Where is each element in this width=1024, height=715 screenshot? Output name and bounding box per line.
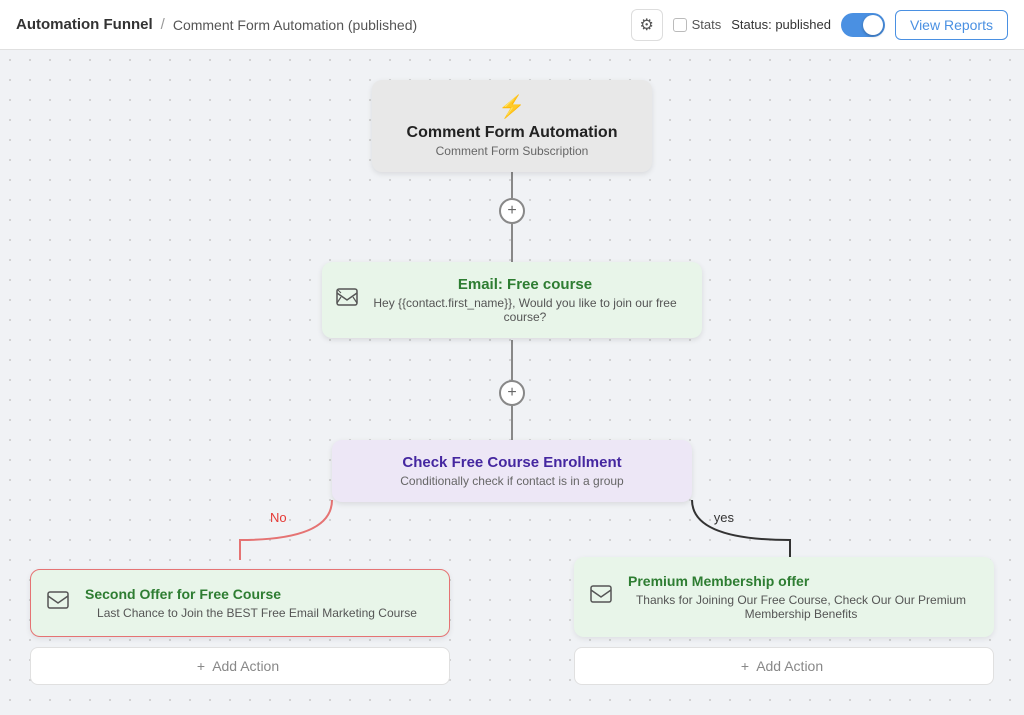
branch-right: Premium Membership offer Thanks for Join… [574, 557, 994, 685]
gear-icon: ⚙ [639, 15, 653, 35]
add-action-label-left: Add Action [212, 658, 279, 674]
branch-right-icon [590, 585, 612, 609]
breadcrumb: Automation Funnel / Comment Form Automat… [16, 16, 623, 33]
breadcrumb-current: Comment Form Automation (published) [173, 17, 417, 33]
branch-label-yes: yes [714, 510, 734, 525]
branch-left-subtitle: Last Chance to Join the BEST Free Email … [85, 606, 429, 620]
trigger-subtitle: Comment Form Subscription [402, 144, 622, 158]
email-subtitle: Hey {{contact.first_name}}, Would you li… [372, 296, 678, 324]
view-reports-button[interactable]: View Reports [895, 10, 1008, 40]
add-action-plus-right: + [741, 658, 749, 674]
branch-left-icon [47, 591, 69, 615]
trigger-node[interactable]: ⚡ Comment Form Automation Comment Form S… [372, 80, 652, 172]
email-node[interactable]: Email: Free course Hey {{contact.first_n… [322, 262, 702, 338]
branch-left-card[interactable]: Second Offer for Free Course Last Chance… [30, 569, 450, 637]
trigger-icon: ⚡ [402, 94, 622, 120]
add-action-plus-left: + [197, 658, 205, 674]
header-right: ⚙ Stats Status: published View Reports [631, 9, 1008, 41]
add-action-right[interactable]: + Add Action [574, 647, 994, 685]
automation-canvas: ⚡ Comment Form Automation Comment Form S… [0, 50, 1024, 715]
email-icon [336, 288, 358, 312]
gear-button[interactable]: ⚙ [631, 9, 663, 41]
published-toggle[interactable] [841, 13, 885, 37]
trigger-title: Comment Form Automation [402, 124, 622, 142]
stats-label: Stats [692, 17, 722, 32]
stats-toggle[interactable]: Stats [673, 17, 722, 32]
add-action-label-right: Add Action [756, 658, 823, 674]
status-label: Status: published [731, 17, 831, 32]
stats-checkbox[interactable] [673, 18, 687, 32]
email-title: Email: Free course [372, 276, 678, 293]
breadcrumb-root[interactable]: Automation Funnel [16, 16, 153, 33]
condition-title: Check Free Course Enrollment [356, 454, 668, 471]
condition-node[interactable]: Check Free Course Enrollment Conditional… [332, 440, 692, 502]
branch-right-title: Premium Membership offer [628, 573, 974, 589]
condition-subtitle: Conditionally check if contact is in a g… [356, 474, 668, 488]
header: Automation Funnel / Comment Form Automat… [0, 0, 1024, 50]
breadcrumb-separator: / [161, 16, 165, 33]
branch-right-card[interactable]: Premium Membership offer Thanks for Join… [574, 557, 994, 637]
add-button-2[interactable]: + [499, 380, 525, 406]
add-button-1[interactable]: + [499, 198, 525, 224]
branch-label-no: No [270, 510, 287, 525]
branch-left: Second Offer for Free Course Last Chance… [30, 569, 450, 685]
branch-right-subtitle: Thanks for Joining Our Free Course, Chec… [628, 593, 974, 621]
branch-left-title: Second Offer for Free Course [85, 586, 429, 602]
add-action-left[interactable]: + Add Action [30, 647, 450, 685]
